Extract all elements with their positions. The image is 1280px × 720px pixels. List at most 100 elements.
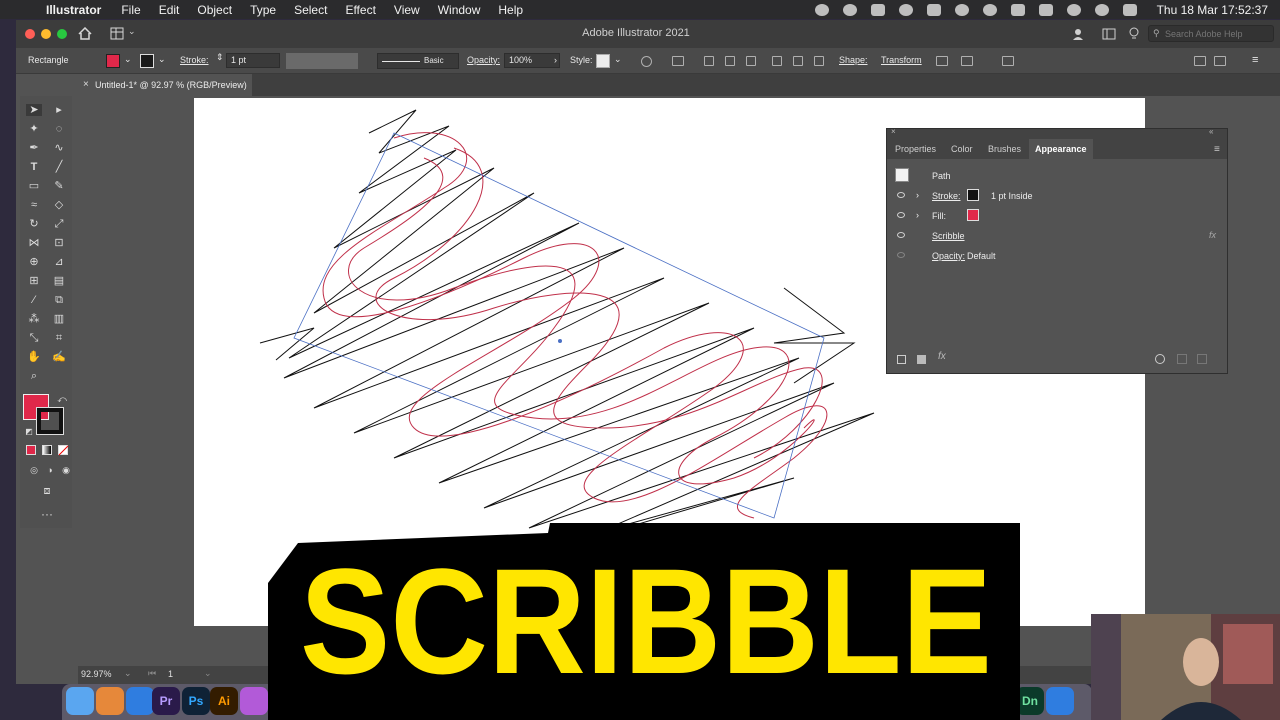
menu-help[interactable]: Help (498, 3, 523, 17)
shape-label[interactable]: Shape: (839, 55, 868, 65)
document-tab[interactable]: × Untitled-1* @ 92.97 % (RGB/Preview) (78, 74, 252, 96)
affinity-icon[interactable] (240, 687, 268, 715)
creative-cloud-icon[interactable] (842, 3, 857, 16)
duplicate-item-icon[interactable] (1177, 354, 1187, 364)
do-not-disturb-icon[interactable] (954, 3, 969, 16)
fill-swatch[interactable] (106, 54, 120, 68)
envelope-distort-icon[interactable] (961, 56, 973, 66)
fx-icon[interactable]: fx (1209, 230, 1216, 240)
search-input[interactable] (1165, 27, 1271, 40)
trash-icon[interactable] (1197, 354, 1207, 364)
opacity-label[interactable]: Opacity: (932, 251, 965, 261)
align-middle-icon[interactable] (793, 56, 803, 66)
menu-extra-icon[interactable] (898, 3, 913, 16)
stroke-swatch[interactable] (140, 54, 154, 68)
premiere-icon[interactable]: Pr (152, 687, 180, 715)
perspective-grid-tool-icon[interactable]: ⊿ (51, 256, 67, 268)
rectangle-tool-icon[interactable]: ▭ (26, 180, 42, 192)
align-center-icon[interactable] (725, 56, 735, 66)
menu-app-name[interactable]: Illustrator (46, 3, 101, 17)
appearance-row-opacity[interactable]: Opacity: Default (887, 246, 1227, 266)
menu-type[interactable]: Type (250, 3, 276, 17)
panel-layout-icon[interactable] (1194, 56, 1206, 66)
stroke-swatch[interactable] (967, 189, 979, 201)
appearance-row-path[interactable]: Path (887, 166, 1227, 186)
artboard-tool-icon[interactable]: ⤡ (26, 332, 42, 344)
menu-window[interactable]: Window (438, 3, 481, 17)
control-center-icon[interactable] (1122, 3, 1137, 16)
eraser-tool-icon[interactable]: ◇ (51, 199, 67, 211)
draw-behind-icon[interactable]: ◑ (42, 464, 58, 476)
gradient-tool-icon[interactable]: ▤ (51, 275, 67, 287)
wifi-icon[interactable] (1038, 3, 1053, 16)
menu-effect[interactable]: Effect (345, 3, 375, 17)
shape-builder-tool-icon[interactable]: ⊕ (26, 256, 42, 268)
lightbulb-icon[interactable] (1128, 27, 1140, 41)
screen-mode-icon[interactable]: ⧈ (39, 485, 55, 497)
menu-file[interactable]: File (121, 3, 140, 17)
eye-icon[interactable] (897, 232, 905, 238)
zoom-level[interactable]: 92.97% (81, 669, 112, 679)
puppet-warp-icon[interactable] (1002, 56, 1014, 66)
zoom-tool-icon[interactable]: ⌕ (26, 370, 42, 382)
magic-wand-tool-icon[interactable]: ✦ (26, 123, 42, 135)
close-tab-icon[interactable]: × (83, 79, 89, 90)
menu-edit[interactable]: Edit (159, 3, 180, 17)
camera-icon[interactable] (926, 3, 941, 16)
chevron-right-icon[interactable]: › (554, 55, 557, 65)
line-tool-icon[interactable]: ╱ (51, 161, 67, 173)
stroke-label[interactable]: Stroke: (932, 191, 961, 201)
transform-button[interactable]: Transform (881, 55, 922, 65)
fill-swatch[interactable] (967, 209, 979, 221)
swap-colors-icon[interactable]: ⤺ (54, 393, 70, 405)
eye-icon[interactable] (897, 212, 905, 218)
launchpad-icon[interactable] (96, 687, 124, 715)
appearance-row-fill[interactable]: › Fill: (887, 206, 1227, 226)
curvature-tool-icon[interactable]: ∿ (51, 142, 67, 154)
align-to-icon[interactable] (672, 56, 684, 66)
gradient-mode-icon[interactable] (42, 445, 52, 455)
finder-icon[interactable] (66, 687, 94, 715)
align-bottom-icon[interactable] (814, 56, 824, 66)
eye-icon[interactable] (897, 192, 905, 198)
graphic-style-swatch[interactable] (596, 54, 610, 68)
align-top-icon[interactable] (772, 56, 782, 66)
panel-menu-icon[interactable]: ≡ (1214, 144, 1220, 155)
scale-tool-icon[interactable]: ⤢ (51, 218, 67, 230)
chevron-down-icon[interactable]: ⌄ (124, 54, 132, 65)
xcode-icon[interactable] (1046, 687, 1074, 715)
lasso-tool-icon[interactable]: ◌ (51, 123, 67, 135)
paintbrush-tool-icon[interactable]: ✎ (51, 180, 67, 192)
hat-icon[interactable] (870, 3, 885, 16)
color-mode-icon[interactable] (26, 445, 36, 455)
tab-color[interactable]: Color (951, 144, 973, 154)
variable-width-profile[interactable] (286, 53, 358, 69)
free-transform-tool-icon[interactable]: ⊡ (51, 237, 67, 249)
symbol-sprayer-tool-icon[interactable]: ⁂ (26, 313, 42, 325)
fill-label[interactable]: Fill: (932, 211, 946, 221)
clear-appearance-icon[interactable] (1155, 354, 1165, 364)
hand-tool-icon[interactable]: ✋ (26, 351, 42, 363)
artboard-number[interactable]: 1 (168, 669, 173, 679)
screen-icon[interactable] (982, 3, 997, 16)
align-left-icon[interactable] (704, 56, 714, 66)
dimension-icon[interactable]: Dn (1016, 687, 1044, 715)
bluetooth-icon[interactable] (1010, 3, 1025, 16)
draw-normal-icon[interactable]: ◎ (26, 464, 42, 476)
selection-tool-icon[interactable]: ➤ (26, 104, 42, 116)
default-colors-icon[interactable]: ◩ (21, 426, 37, 438)
isolate-icon[interactable] (936, 56, 948, 66)
first-artboard-icon[interactable]: ⏮ (148, 668, 156, 679)
mesh-tool-icon[interactable]: ⊞ (26, 275, 42, 287)
chevron-down-icon[interactable]: ⌄ (204, 668, 212, 679)
opacity-label[interactable]: Opacity: (467, 55, 500, 65)
eyedropper-tool-icon[interactable]: ⁄ (26, 294, 42, 306)
appearance-row-stroke[interactable]: › Stroke: 1 pt Inside (887, 186, 1227, 206)
direct-selection-tool-icon[interactable]: ▸ (51, 104, 67, 116)
spotlight-search-icon[interactable] (1094, 3, 1109, 16)
pen-tool-icon[interactable]: ✒ (26, 142, 42, 154)
search-help-field[interactable]: ⚲ (1148, 25, 1274, 42)
opacity-field[interactable]: 100% (504, 53, 560, 68)
status-app-icon[interactable] (814, 3, 829, 16)
chevron-right-icon[interactable]: › (916, 210, 919, 220)
